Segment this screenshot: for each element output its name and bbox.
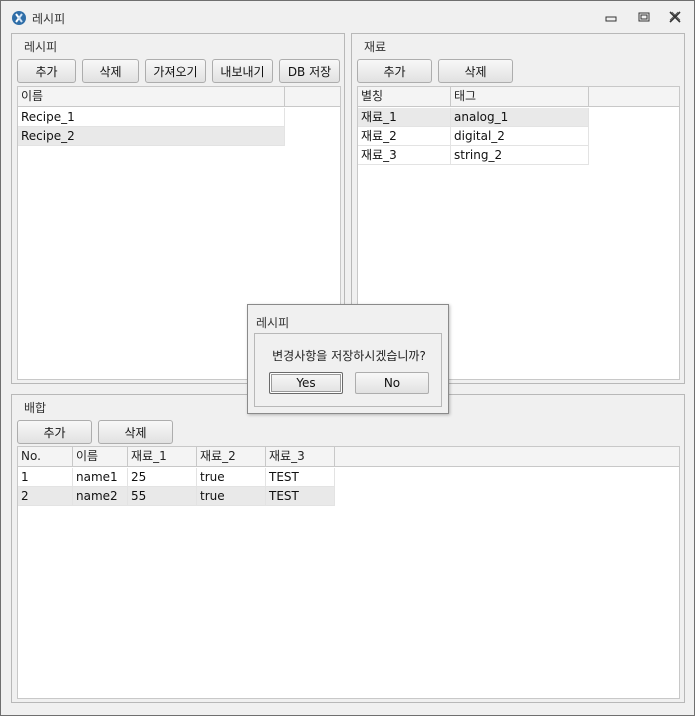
restore-icon[interactable] xyxy=(636,10,652,24)
title-bar: 레시피 xyxy=(1,1,694,32)
column-header-material-3[interactable]: 재료_3 xyxy=(266,447,335,467)
mix-panel-title: 배합 xyxy=(24,401,47,415)
table-row[interactable]: 1 name1 25 true TEST xyxy=(18,468,335,487)
recipe-name-cell[interactable]: Recipe_2 xyxy=(18,127,285,146)
material-delete-button[interactable]: 삭제 xyxy=(438,59,513,83)
mix-material-1-cell[interactable]: 25 xyxy=(128,468,197,487)
recipe-table-header: 이름 xyxy=(18,87,340,107)
main-window: 레시피 레시피 추가 삭제 가져오기 내보내기 DB 저장 이름 Recipe_… xyxy=(0,0,695,716)
app-logo-icon xyxy=(11,10,27,26)
recipe-add-button[interactable]: 추가 xyxy=(17,59,76,83)
mix-table-header: No. 이름 재료_1 재료_2 재료_3 xyxy=(18,447,679,467)
recipe-name-cell[interactable]: Recipe_1 xyxy=(18,108,285,127)
mix-name-cell[interactable]: name2 xyxy=(73,487,128,506)
column-header-no[interactable]: No. xyxy=(18,447,73,467)
mix-material-1-cell[interactable]: 55 xyxy=(128,487,197,506)
column-header-material-1[interactable]: 재료_1 xyxy=(128,447,197,467)
table-row[interactable]: 재료_3 string_2 xyxy=(358,146,589,165)
mix-delete-button[interactable]: 삭제 xyxy=(98,420,173,444)
material-table-header: 별칭 태그 xyxy=(358,87,679,107)
material-tag-cell[interactable]: string_2 xyxy=(451,146,589,165)
dialog-message: 변경사항을 저장하시겠습니까? xyxy=(272,349,426,363)
material-alias-cell[interactable]: 재료_2 xyxy=(358,127,451,146)
mix-name-cell[interactable]: name1 xyxy=(73,468,128,487)
mix-material-3-cell[interactable]: TEST xyxy=(266,487,335,506)
close-icon[interactable] xyxy=(667,10,683,24)
recipe-db-save-button[interactable]: DB 저장 xyxy=(279,59,340,83)
column-header-name[interactable]: 이름 xyxy=(73,447,128,467)
material-panel-title: 재료 xyxy=(364,40,387,54)
recipe-delete-button[interactable]: 삭제 xyxy=(82,59,139,83)
table-row[interactable]: 재료_2 digital_2 xyxy=(358,127,589,146)
minimize-icon[interactable] xyxy=(604,10,620,24)
save-confirm-dialog: 레시피 변경사항을 저장하시겠습니까? Yes No xyxy=(247,304,449,414)
dialog-title: 레시피 xyxy=(256,316,290,330)
no-button[interactable]: No xyxy=(355,372,429,394)
material-tag-cell[interactable]: analog_1 xyxy=(451,108,589,127)
mix-no-cell[interactable]: 1 xyxy=(18,468,73,487)
table-row[interactable]: Recipe_1 xyxy=(18,108,285,127)
dialog-body: 변경사항을 저장하시겠습니까? Yes No xyxy=(254,333,442,407)
mix-no-cell[interactable]: 2 xyxy=(18,487,73,506)
yes-button[interactable]: Yes xyxy=(269,372,343,394)
recipe-export-button[interactable]: 내보내기 xyxy=(212,59,273,83)
recipe-import-button[interactable]: 가져오기 xyxy=(145,59,206,83)
mix-panel: 배합 추가 삭제 No. 이름 재료_1 재료_2 재료_3 1 name1 2… xyxy=(11,394,685,703)
mix-material-2-cell[interactable]: true xyxy=(197,468,266,487)
mix-table[interactable]: No. 이름 재료_1 재료_2 재료_3 1 name1 25 true TE… xyxy=(17,446,680,699)
recipe-panel-title: 레시피 xyxy=(24,40,58,54)
column-header-material-2[interactable]: 재료_2 xyxy=(197,447,266,467)
mix-material-3-cell[interactable]: TEST xyxy=(266,468,335,487)
material-alias-cell[interactable]: 재료_1 xyxy=(358,108,451,127)
material-tag-cell[interactable]: digital_2 xyxy=(451,127,589,146)
table-row[interactable]: 재료_1 analog_1 xyxy=(358,108,589,127)
material-alias-cell[interactable]: 재료_3 xyxy=(358,146,451,165)
mix-material-2-cell[interactable]: true xyxy=(197,487,266,506)
column-header-name[interactable]: 이름 xyxy=(18,87,285,107)
column-header-alias[interactable]: 별칭 xyxy=(358,87,451,107)
material-add-button[interactable]: 추가 xyxy=(357,59,432,83)
table-row[interactable]: Recipe_2 xyxy=(18,127,285,146)
window-title: 레시피 xyxy=(32,12,66,26)
column-header-tag[interactable]: 태그 xyxy=(451,87,589,107)
table-row[interactable]: 2 name2 55 true TEST xyxy=(18,487,335,506)
mix-add-button[interactable]: 추가 xyxy=(17,420,92,444)
